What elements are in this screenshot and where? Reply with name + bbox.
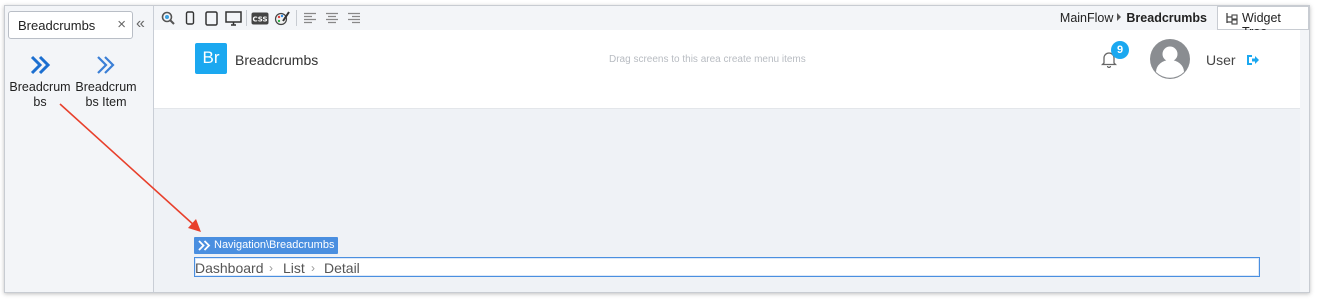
desktop-icon[interactable] [224,9,242,27]
toolbox-item-breadcrumbs[interactable]: Breadcrumbs [5,52,75,110]
toolbox-item-label: Breadcrumbs [9,80,71,109]
user-name[interactable]: User [1206,52,1236,68]
css-icon[interactable]: CSS [251,9,269,27]
widget-selection-tag[interactable]: Navigation\Breadcrumbs [194,237,339,254]
theme-icon[interactable] [273,9,291,27]
svg-text:CSS: CSS [252,15,267,23]
toolbox-item-label: Breadcrumbs Item [75,80,137,109]
app-logo: Br [195,43,227,74]
align-left-icon[interactable] [301,9,319,27]
breadcrumb-item[interactable]: List [283,260,305,276]
double-chevron-right-icon [71,52,141,78]
notification-badge: 9 [1111,41,1129,59]
ide-window: Breadcrumbs × « Breadcrumbs Breadcrumbs … [4,5,1310,293]
toolbox-search-input[interactable]: Breadcrumbs × [8,11,133,39]
breadcrumb-separator: › [311,261,315,275]
design-canvas[interactable]: Br Breadcrumbs Drag screens to this area… [154,30,1300,292]
menu-drop-hint: Drag screens to this area create menu it… [609,54,806,65]
tree-icon [1225,12,1238,28]
app-title: Breadcrumbs [235,52,319,68]
screen-name: Breadcrumbs [1126,11,1207,25]
widget-tree-button[interactable]: Widget Tree [1217,6,1309,39]
align-center-icon[interactable] [323,9,341,27]
flow-name[interactable]: MainFlow [1060,11,1114,25]
toolbar-divider [246,10,247,26]
clear-search-icon[interactable]: × [117,16,126,33]
mobile-icon[interactable] [181,9,199,27]
breadcrumb-item[interactable]: Detail [324,260,360,276]
breadcrumb-item[interactable]: Dashboard [195,260,264,276]
logout-icon[interactable] [1246,53,1260,71]
toolbox-item-breadcrumbs-item[interactable]: Breadcrumbs Item [71,52,141,110]
app-header: Br Breadcrumbs Drag screens to this area… [154,30,1300,109]
collapse-panel-icon[interactable]: « [136,15,145,33]
avatar[interactable] [1149,38,1191,80]
tablet-icon[interactable] [202,9,220,27]
breadcrumbs-widget[interactable]: Dashboard › List › Detail [194,257,1260,277]
search-value: Breadcrumbs [18,18,96,33]
flow-breadcrumb: MainFlow Breadcrumbs [1060,11,1207,25]
widget-tag-label: Navigation\Breadcrumbs [214,239,335,251]
editor-toolbar: CSS MainFlow Breadcrumbs Widget Tree [154,6,1309,39]
toolbar-divider [296,10,297,26]
double-chevron-right-icon [198,240,211,251]
preview-icon[interactable] [159,9,177,27]
double-chevron-right-icon [5,52,75,78]
caret-right-icon [1117,13,1122,21]
toolbox-panel: Breadcrumbs × « Breadcrumbs Breadcrumbs … [5,6,154,292]
align-right-icon[interactable] [345,9,363,27]
breadcrumb-separator: › [269,261,273,275]
